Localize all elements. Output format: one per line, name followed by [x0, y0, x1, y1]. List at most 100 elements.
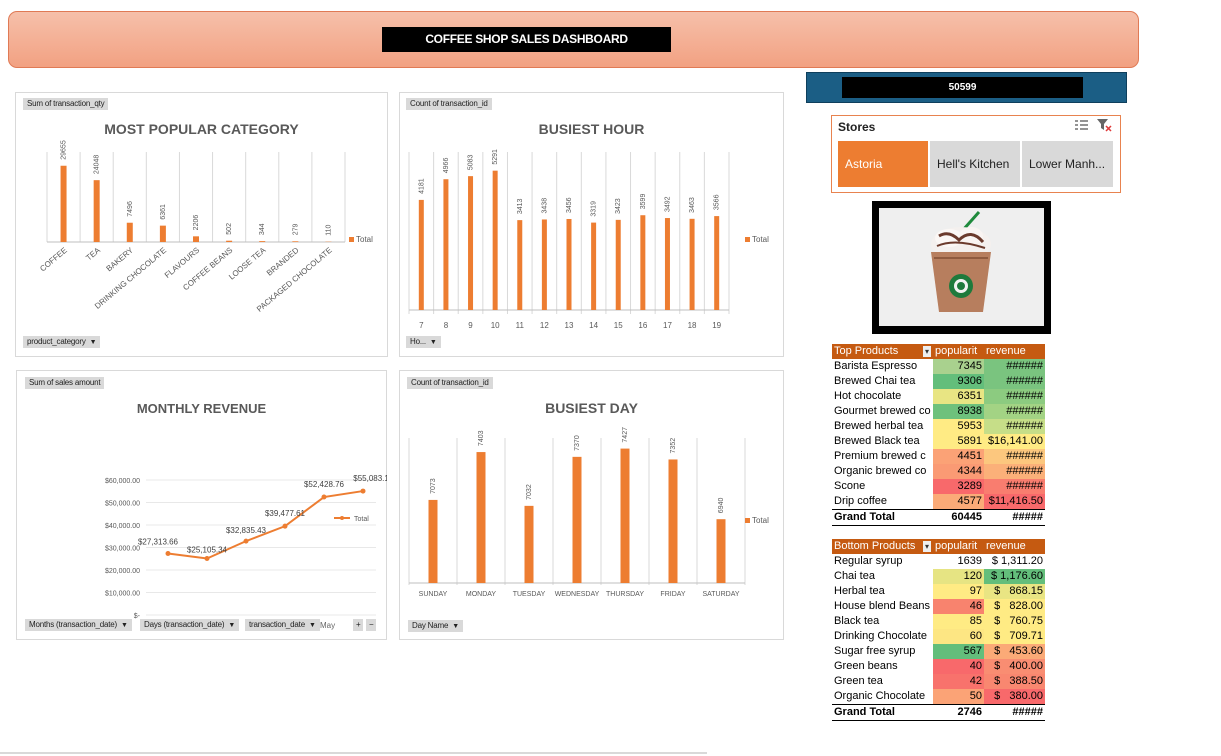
grand-total-revenue: ##### — [984, 509, 1045, 526]
product-name: Barista Espresso — [834, 360, 918, 372]
store-option-lower-manhattan[interactable]: Lower Manh... — [1022, 141, 1113, 187]
data-label: $27,313.66 — [138, 538, 179, 547]
popularity-value: 5953 — [933, 419, 984, 434]
table-row: Brewed herbal tea 5953 ###### — [832, 419, 1045, 434]
hour-filter-button[interactable]: Ho... ▼ — [406, 336, 441, 348]
day-name-filter-button[interactable]: Day Name ▼ — [408, 620, 463, 632]
product-category-filter-button[interactable]: product_category ▼ — [23, 336, 101, 348]
day-value-field-button[interactable]: Count of transaction_id — [407, 377, 493, 389]
tick-label: SUNDAY — [419, 591, 448, 598]
popularity-value: 1639 — [933, 554, 984, 569]
collapse-field-button[interactable]: − — [366, 619, 377, 631]
product-name: Regular syrup — [834, 555, 903, 567]
filter-dropdown-icon[interactable]: ▾ — [922, 346, 931, 357]
partial-month-label: May — [320, 621, 336, 630]
stores-slicer-title: Stores — [838, 120, 876, 134]
data-label: 7496 — [127, 201, 134, 217]
table-row: Organic Chocolate 50 $ 380.00 — [832, 689, 1045, 705]
popularity-value: 4344 — [933, 464, 984, 479]
revenue-value: $ 1,311.20 — [984, 554, 1045, 569]
popularity-value: 50 — [933, 689, 984, 705]
product-name: Drip coffee — [834, 495, 887, 507]
kpi-total-value: 50599 — [842, 77, 1083, 98]
tick-label: 14 — [589, 321, 598, 330]
store-option-astoria[interactable]: Astoria — [838, 141, 928, 187]
product-name: Organic Chocolate — [834, 690, 926, 702]
tick-label: LOOSE TEA — [227, 245, 268, 281]
hour-filter-label: Ho... — [410, 337, 426, 346]
legend-swatch — [349, 237, 354, 242]
bar — [418, 199, 424, 310]
top-grand-total-row: Grand Total 60445 ##### — [832, 509, 1045, 526]
bar — [615, 219, 621, 310]
bar — [428, 499, 438, 583]
months-filter-button[interactable]: Months (transaction_date) ▼ — [25, 619, 132, 631]
bar — [714, 216, 720, 310]
bar — [517, 220, 523, 310]
product-name: Drinking Chocolate — [834, 630, 927, 642]
data-label: 3319 — [591, 201, 598, 217]
data-point — [360, 488, 366, 494]
expand-field-button[interactable]: + — [353, 619, 364, 631]
days-filter-label: Days (transaction_date) — [144, 620, 225, 629]
product-name: Green beans — [834, 660, 898, 672]
bottom-products-header[interactable]: Bottom Products ▾ — [832, 539, 933, 554]
data-label: 3456 — [566, 197, 573, 213]
revenue-value: ###### — [984, 419, 1045, 434]
revenue-header: revenue — [984, 344, 1045, 359]
table-row: Scone 3289 ###### — [832, 479, 1045, 494]
tick-label: 11 — [516, 321, 525, 330]
popularity-value: 8938 — [933, 404, 984, 419]
bar — [716, 519, 726, 583]
transaction-date-filter-label: transaction_date — [249, 620, 305, 629]
product-name: Premium brewed c — [834, 450, 926, 462]
table-row: Barista Espresso 7345 ###### — [832, 359, 1045, 374]
day-bar-chart: 7073 SUNDAY 7403 MONDAY 7032 TUESDAY 7370 WEDNE… — [408, 427, 769, 598]
top-products-header[interactable]: Top Products ▾ — [832, 344, 933, 359]
hour-bar-chart: 4181 7 4966 8 5083 9 5291 10 3413 11 3438 12 3456 13 3… — [408, 149, 769, 330]
revenue-value: $ 400.00 — [984, 659, 1045, 674]
tick-label: MONDAY — [466, 591, 497, 598]
table-row: Sugar free syrup 567 $ 453.60 — [832, 644, 1045, 659]
popularity-header: popularit — [933, 539, 984, 554]
table-row: Drip coffee 4577 $11,416.50 — [832, 494, 1045, 510]
clear-filter-icon[interactable] — [1096, 118, 1112, 132]
bar — [689, 218, 695, 310]
data-label: 3413 — [517, 198, 524, 214]
tick-label: TUESDAY — [513, 591, 546, 598]
revenue-value: ###### — [984, 479, 1045, 494]
table-row: Green tea 42 $ 388.50 — [832, 674, 1045, 689]
data-label: 3438 — [541, 198, 548, 214]
bar — [668, 459, 678, 583]
revenue-value-field-button[interactable]: Sum of sales amount — [25, 377, 105, 389]
frappuccino-cup-illustration — [931, 211, 991, 312]
filter-dropdown-icon[interactable]: ▾ — [922, 541, 931, 552]
table-row: Drinking Chocolate 60 $ 709.71 — [832, 629, 1045, 644]
bottom-products-header-row: Bottom Products ▾ popularit revenue — [832, 539, 1045, 554]
popularity-value: 567 — [933, 644, 984, 659]
chevron-down-icon: ▼ — [308, 622, 316, 629]
chevron-down-icon: ▼ — [429, 339, 437, 346]
category-value-field-button[interactable]: Sum of transaction_qty — [23, 98, 109, 110]
bar — [60, 165, 67, 242]
store-option-hells-kitchen[interactable]: Hell's Kitchen — [930, 141, 1020, 187]
hour-value-field-button[interactable]: Count of transaction_id — [406, 98, 492, 110]
tick-label: 12 — [540, 321, 549, 330]
revenue-value: ###### — [984, 464, 1045, 479]
revenue-value: $11,416.50 — [984, 494, 1045, 510]
product-name: Hot chocolate — [834, 390, 902, 402]
transaction-date-filter-button[interactable]: transaction_date ▼ — [245, 619, 320, 631]
product-name: Herbal tea — [834, 585, 885, 597]
data-label: $55,083.11 — [353, 474, 387, 483]
y-tick-label: $30,000.00 — [105, 546, 140, 553]
days-filter-button[interactable]: Days (transaction_date) ▼ — [140, 619, 240, 631]
multi-select-icon[interactable] — [1073, 118, 1089, 132]
bar — [591, 222, 597, 310]
popularity-value: 120 — [933, 569, 984, 584]
grand-total-revenue: ##### — [984, 704, 1045, 721]
grand-total-label: Grand Total — [832, 509, 933, 526]
popularity-value: 60 — [933, 629, 984, 644]
data-label: $32,835.43 — [226, 526, 267, 535]
bar — [259, 241, 266, 242]
popularity-value: 6351 — [933, 389, 984, 404]
